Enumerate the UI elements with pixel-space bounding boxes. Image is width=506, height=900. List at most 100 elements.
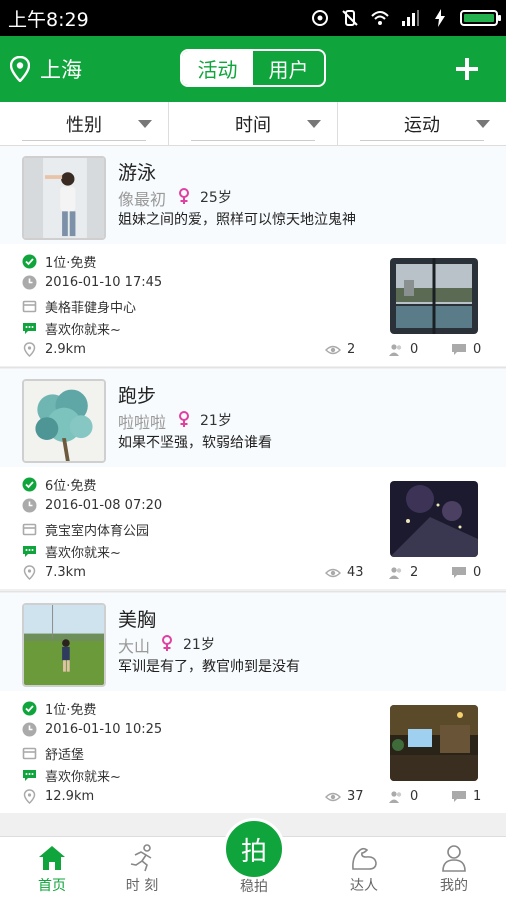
distance-text: 12.9km <box>45 789 95 804</box>
filter-time[interactable]: 时间 <box>168 102 337 145</box>
note-text: 喜欢你就来~ <box>45 770 121 785</box>
filter-bar: 性别 时间 运动 <box>0 102 506 146</box>
chat-bubble-icon <box>23 770 36 781</box>
activity-photo[interactable] <box>390 258 478 334</box>
female-icon <box>179 411 189 427</box>
location-pin-icon <box>23 342 36 357</box>
distance-text: 7.3km <box>45 565 86 580</box>
datetime-text: 2016-01-08 07:20 <box>45 498 163 513</box>
nav-mine-label: 我的 <box>440 878 468 894</box>
clock-icon <box>22 498 37 513</box>
app-header: 上海 活动 用户 <box>0 36 506 102</box>
participants-count: 0 <box>410 789 419 804</box>
activity-title: 跑步 <box>118 385 157 407</box>
info-slots: 1位·免费 <box>22 699 96 718</box>
avatar[interactable] <box>22 379 106 463</box>
people-icon <box>389 566 402 579</box>
add-icon[interactable] <box>456 58 478 80</box>
activity-quote: 军训是有了，教官帅到是没有 <box>118 659 300 675</box>
arm-icon <box>352 847 377 870</box>
tab-users[interactable]: 用户 <box>253 51 324 85</box>
filter-gender[interactable]: 性别 <box>0 102 168 145</box>
shoot-button[interactable]: 拍 <box>223 818 285 880</box>
mute-icon <box>342 10 358 26</box>
runner-icon <box>130 844 152 872</box>
nav-home-label: 首页 <box>38 878 66 894</box>
location-label: 上海 <box>40 58 82 82</box>
location-selector[interactable]: 上海 <box>10 54 82 84</box>
info-venue: 竟宝室内体育公园 <box>22 520 149 539</box>
user-age: 21岁 <box>200 413 232 429</box>
check-circle-icon <box>22 477 37 492</box>
charging-icon <box>435 9 445 27</box>
nav-moment-label: 时 刻 <box>125 878 159 894</box>
activity-title: 美胸 <box>118 609 157 631</box>
wifi-icon <box>371 11 389 25</box>
slots-text: 1位·免费 <box>45 703 97 718</box>
distance-text: 2.9km <box>45 342 86 357</box>
comments-stat: 0 <box>451 565 481 580</box>
tab-activities[interactable]: 活动 <box>182 51 253 85</box>
nav-experts[interactable]: 达人 <box>324 837 404 900</box>
activity-card[interactable]: 跑步 啦啦啦 21岁 如果不坚强，软弱给谁看 6位·免费 2016-01-08 … <box>0 369 506 589</box>
filter-sport[interactable]: 运动 <box>337 102 506 145</box>
eye-icon <box>325 345 341 354</box>
views-stat: 43 <box>325 565 364 580</box>
person-icon <box>442 845 466 872</box>
eye-icon <box>325 792 341 801</box>
female-icon <box>179 188 189 204</box>
shoot-label: 稳拍 <box>240 879 268 895</box>
building-icon <box>22 300 37 313</box>
clock-icon <box>22 275 37 290</box>
nav-moment[interactable]: 时 刻 <box>102 837 182 900</box>
info-datetime: 2016-01-10 17:45 <box>22 275 162 290</box>
comments-count: 1 <box>473 789 482 804</box>
user-name: 像最初 <box>118 190 167 209</box>
activity-card[interactable]: 游泳 像最初 25岁 姐妹之间的爱，照样可以惊天地泣鬼神 1位·免费 2016-… <box>0 146 506 366</box>
views-count: 43 <box>347 565 364 580</box>
status-time: 上午8:29 <box>8 8 89 31</box>
signal-icon <box>402 10 419 26</box>
activity-quote: 如果不坚强，软弱给谁看 <box>118 435 272 451</box>
comment-icon <box>452 343 466 355</box>
activity-photo[interactable] <box>390 481 478 557</box>
comment-icon <box>452 790 466 802</box>
info-venue: 舒适堡 <box>22 744 84 763</box>
nav-home[interactable]: 首页 <box>12 837 92 900</box>
info-datetime: 2016-01-08 07:20 <box>22 498 162 513</box>
activity-quote: 姐妹之间的爱，照样可以惊天地泣鬼神 <box>118 212 356 228</box>
venue-text: 美格菲健身中心 <box>45 301 137 316</box>
info-slots: 6位·免费 <box>22 475 96 494</box>
user-age: 21岁 <box>183 637 215 653</box>
views-stat: 37 <box>325 789 364 804</box>
chat-bubble-icon <box>23 546 36 557</box>
filter-gender-label: 性别 <box>66 114 102 136</box>
location-pin-icon <box>23 565 36 580</box>
views-count: 2 <box>347 342 356 357</box>
nav-mine[interactable]: 我的 <box>414 837 494 900</box>
comment-icon <box>452 566 466 578</box>
activity-photo[interactable] <box>390 705 478 781</box>
check-circle-icon <box>22 254 37 269</box>
user-age: 25岁 <box>200 190 232 206</box>
avatar[interactable] <box>22 603 106 687</box>
views-count: 37 <box>347 789 364 804</box>
building-icon <box>22 747 37 760</box>
location-pin-icon <box>10 56 30 82</box>
info-distance: 12.9km <box>22 789 94 804</box>
views-stat: 2 <box>325 342 355 357</box>
female-icon <box>162 635 172 651</box>
user-name: 大山 <box>118 637 151 656</box>
activity-card[interactable]: 美胸 大山 21岁 军训是有了，教官帅到是没有 1位·免费 2016-01-10… <box>0 593 506 813</box>
participants-count: 2 <box>410 565 419 580</box>
note-text: 喜欢你就来~ <box>45 323 121 338</box>
building-icon <box>22 523 37 536</box>
datetime-text: 2016-01-10 17:45 <box>45 275 163 290</box>
activity-title: 游泳 <box>118 162 157 184</box>
avatar[interactable] <box>22 156 106 240</box>
caret-down-icon <box>307 120 321 128</box>
nav-experts-label: 达人 <box>350 878 378 894</box>
info-slots: 1位·免费 <box>22 252 96 271</box>
comments-count: 0 <box>473 565 482 580</box>
chat-bubble-icon <box>23 323 36 334</box>
